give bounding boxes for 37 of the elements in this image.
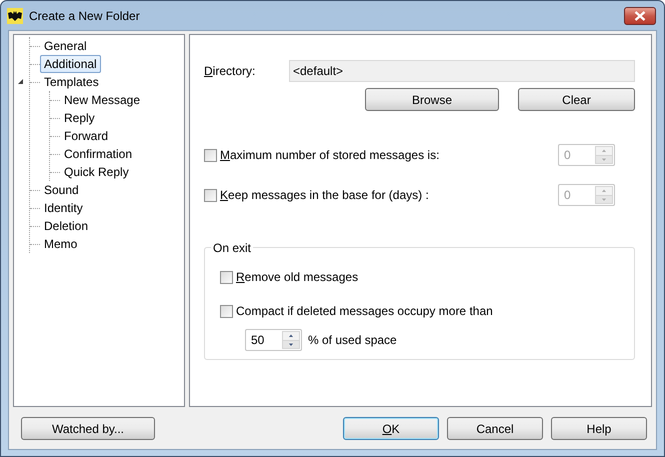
dialog-button[interactable]: Cancel — [447, 417, 543, 440]
spinner-value: 50 — [250, 332, 266, 349]
tree-item[interactable]: Templates — [40, 73, 103, 91]
tree-item[interactable]: Identity — [40, 199, 87, 217]
spin-up-icon[interactable] — [283, 332, 299, 340]
dialog-button[interactable]: Help — [551, 417, 647, 440]
close-icon — [634, 11, 646, 21]
expanded-triangle-icon[interactable] — [17, 78, 24, 85]
checkbox[interactable] — [220, 270, 233, 284]
watched-by-button[interactable]: Watched by... — [21, 417, 155, 440]
percent-label: % of used space — [308, 332, 397, 349]
window-title: Create a New Folder — [29, 8, 140, 24]
directory-label: Directory: — [204, 63, 256, 80]
bat-logo-icon — [7, 8, 23, 24]
tree-item[interactable]: Forward — [60, 127, 112, 145]
option-label: Keep messages in the base for (days) : — [220, 187, 429, 204]
spinner-value: 0 — [563, 147, 572, 164]
tree-item[interactable]: Deletion — [40, 217, 92, 235]
spinner-value: 0 — [563, 187, 572, 204]
option-label: Maximum number of stored messages is: — [220, 147, 440, 164]
number-spinner[interactable]: 50 — [245, 329, 302, 351]
close-button[interactable] — [624, 7, 656, 25]
option-label: Remove old messages — [236, 269, 358, 286]
tree-item[interactable]: General — [40, 37, 91, 55]
tree-item[interactable]: Quick Reply — [60, 163, 133, 181]
tree-item[interactable]: Additional — [40, 55, 101, 73]
tree-item[interactable]: Reply — [60, 109, 99, 127]
clear-button[interactable]: Clear — [518, 88, 635, 111]
tree-item[interactable]: Sound — [40, 181, 83, 199]
tree-item[interactable]: New Message — [60, 91, 144, 109]
browse-button[interactable]: Browse — [365, 88, 499, 111]
dialog-button[interactable]: OK — [343, 417, 439, 440]
checkbox[interactable] — [220, 304, 233, 318]
option-label: Compact if deleted messages occupy more than — [236, 303, 493, 320]
directory-field[interactable]: <default> — [289, 60, 635, 82]
tree-item[interactable]: Memo — [40, 235, 82, 253]
tree-item[interactable]: Confirmation — [60, 145, 136, 163]
